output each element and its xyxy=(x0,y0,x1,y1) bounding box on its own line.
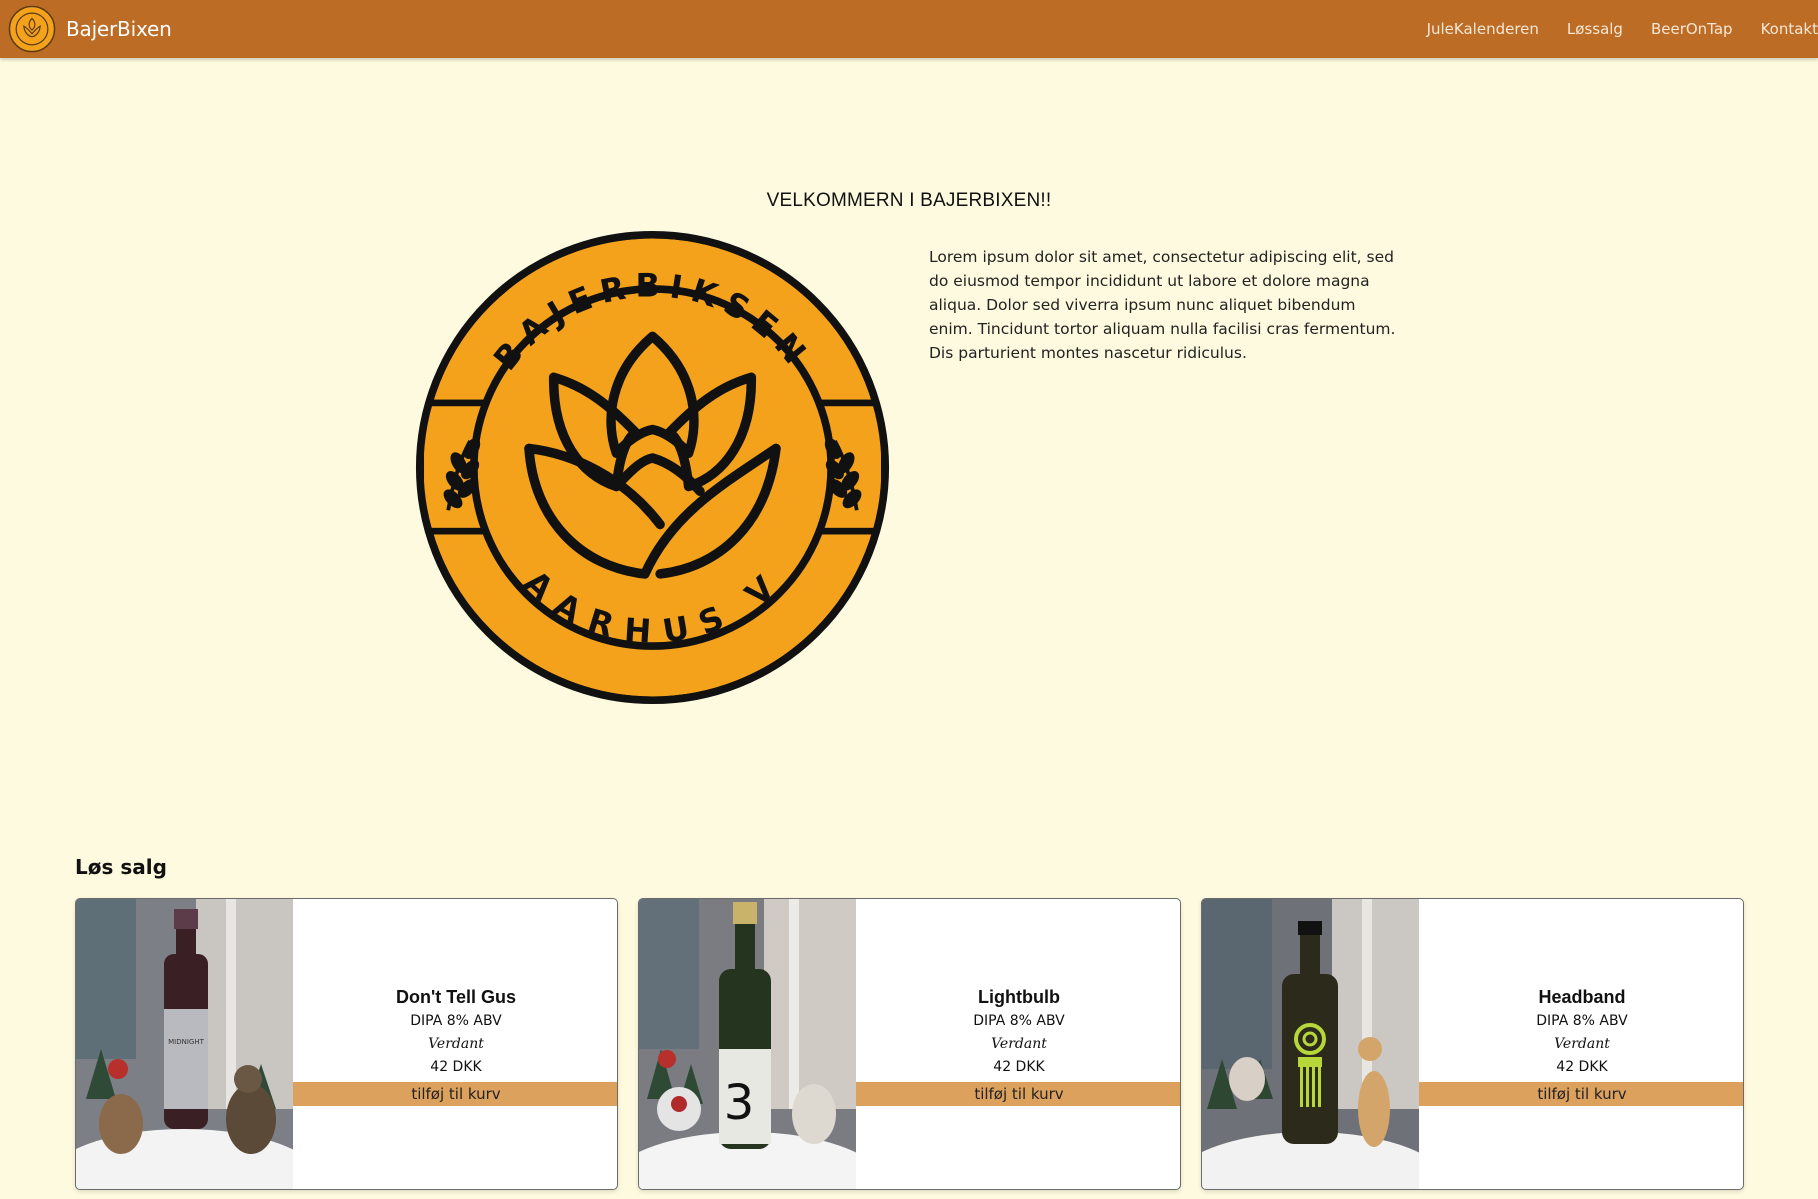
product-info: Headband DIPA 8% ABV Verdant 42 DKK tilf… xyxy=(1419,899,1743,1189)
hero-description: Lorem ipsum dolor sit amet, consectetur … xyxy=(929,248,1396,362)
add-to-cart-button[interactable]: tilføj til kurv xyxy=(293,1082,617,1106)
product-card: MIDNIGHT Don't Tell Gus DIPA 8% ABV Verd… xyxy=(75,898,618,1190)
hero-title: VELKOMMERN I BAJERBIXEN!! xyxy=(766,190,1052,211)
product-name: Don't Tell Gus xyxy=(396,987,516,1007)
brand-logo-icon xyxy=(8,5,56,53)
navbar: BajerBixen JuleKalenderen Løssalg BeerOn… xyxy=(0,0,1818,58)
product-photo xyxy=(1202,899,1419,1189)
bajerbiksen-logo: BAJERBIKSEN AARHUS V xyxy=(415,230,890,705)
product-name: Headband xyxy=(1538,987,1626,1007)
nav-link-beerontap[interactable]: BeerOnTap xyxy=(1651,20,1733,38)
product-brewery: Verdant xyxy=(428,1036,484,1052)
nav-link-loessalg[interactable]: Løssalg xyxy=(1567,20,1623,38)
add-to-cart-button[interactable]: tilføj til kurv xyxy=(856,1082,1180,1106)
product-card: Headband DIPA 8% ABV Verdant 42 DKK tilf… xyxy=(1201,898,1744,1190)
product-info: Lightbulb DIPA 8% ABV Verdant 42 DKK til… xyxy=(856,899,1180,1189)
product-brewery: Verdant xyxy=(1554,1036,1610,1052)
product-info: Don't Tell Gus DIPA 8% ABV Verdant 42 DK… xyxy=(293,899,617,1189)
brand-link[interactable]: BajerBixen xyxy=(8,5,172,53)
product-card: 3 Lightbulb DIPA 8% ABV Verdant 42 DKK t… xyxy=(638,898,1181,1190)
product-photo: 3 xyxy=(639,899,856,1189)
product-price: 42 DKK xyxy=(1556,1059,1608,1075)
brand-name: BajerBixen xyxy=(66,17,172,41)
product-style: DIPA 8% ABV xyxy=(973,1013,1065,1029)
nav-link-kontakt[interactable]: Kontakt xyxy=(1761,20,1818,38)
product-name: Lightbulb xyxy=(978,987,1060,1007)
nav-link-julekalenderen[interactable]: JuleKalenderen xyxy=(1427,20,1539,38)
product-price: 42 DKK xyxy=(993,1059,1045,1075)
product-price: 42 DKK xyxy=(430,1059,482,1075)
section-heading: Løs salg xyxy=(75,855,167,879)
svg-text:3: 3 xyxy=(724,1075,755,1131)
product-brewery: Verdant xyxy=(991,1036,1047,1052)
product-style: DIPA 8% ABV xyxy=(410,1013,502,1029)
product-style: DIPA 8% ABV xyxy=(1536,1013,1628,1029)
nav-links: JuleKalenderen Løssalg BeerOnTap Kontakt xyxy=(1399,0,1818,58)
product-photo: MIDNIGHT xyxy=(76,899,293,1189)
add-to-cart-button[interactable]: tilføj til kurv xyxy=(1419,1082,1743,1106)
svg-text:MIDNIGHT: MIDNIGHT xyxy=(168,1038,204,1046)
